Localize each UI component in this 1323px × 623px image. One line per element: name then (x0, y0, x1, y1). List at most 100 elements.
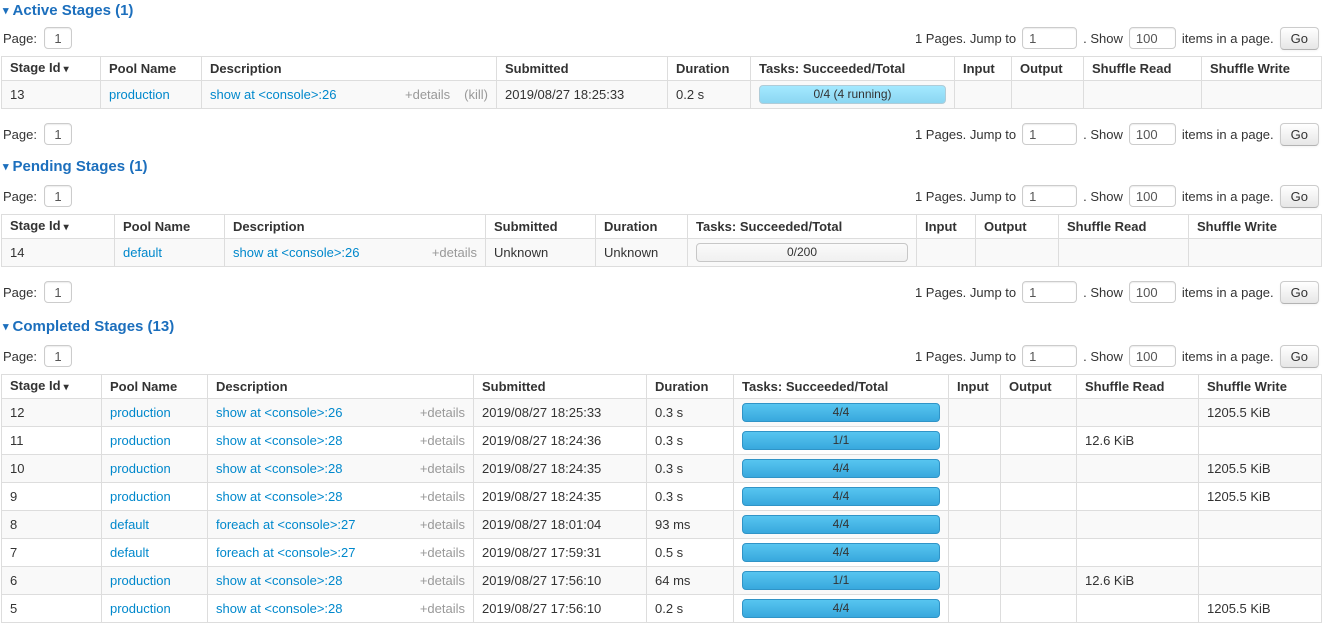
column-header-shuffle-write[interactable]: Shuffle Write (1202, 57, 1322, 81)
pool-name-link[interactable]: production (110, 573, 171, 588)
pool-name-link[interactable]: production (110, 461, 171, 476)
details-toggle[interactable]: +details (420, 546, 465, 560)
column-header-description[interactable]: Description (225, 215, 486, 239)
column-header-stage-id[interactable]: Stage Id▾ (2, 375, 102, 399)
jump-to-input[interactable] (1022, 27, 1077, 49)
column-header-pool-name[interactable]: Pool Name (102, 375, 208, 399)
show-items-input[interactable] (1129, 281, 1176, 303)
go-button[interactable]: Go (1280, 345, 1319, 368)
description-link[interactable]: show at <console>:28 (216, 490, 342, 504)
description-link[interactable]: show at <console>:26 (210, 88, 336, 102)
details-toggle[interactable]: +details (420, 406, 465, 420)
column-header-input[interactable]: Input (949, 375, 1001, 399)
submitted-cell: 2019/08/27 18:24:35 (474, 483, 647, 511)
jump-to-input[interactable] (1022, 345, 1077, 367)
page-input[interactable] (44, 185, 72, 207)
pool-name-cell: production (102, 595, 208, 623)
description-link[interactable]: show at <console>:28 (216, 574, 342, 588)
go-button[interactable]: Go (1280, 281, 1319, 304)
show-items-input[interactable] (1129, 345, 1176, 367)
description-link[interactable]: show at <console>:28 (216, 462, 342, 476)
column-header-label: Duration (655, 379, 708, 394)
column-header-input[interactable]: Input (955, 57, 1012, 81)
column-header-shuffle-read[interactable]: Shuffle Read (1084, 57, 1202, 81)
column-header-output[interactable]: Output (1001, 375, 1077, 399)
column-header-submitted[interactable]: Submitted (474, 375, 647, 399)
completed-stages-header[interactable]: ▾Completed Stages (13) (0, 316, 1323, 336)
column-header-duration[interactable]: Duration (647, 375, 734, 399)
details-toggle[interactable]: +details (405, 88, 450, 102)
pool-name-link[interactable]: production (110, 433, 171, 448)
output-cell (976, 239, 1059, 267)
column-header-duration[interactable]: Duration (668, 57, 751, 81)
column-header-description[interactable]: Description (202, 57, 497, 81)
jump-to-input[interactable] (1022, 123, 1077, 145)
pool-name-link[interactable]: production (110, 405, 171, 420)
description-link[interactable]: show at <console>:26 (233, 246, 359, 260)
column-header-input[interactable]: Input (917, 215, 976, 239)
pending-stages-header[interactable]: ▾Pending Stages (1) (0, 156, 1323, 176)
column-header-stage-id[interactable]: Stage Id▾ (2, 57, 101, 81)
description-link[interactable]: show at <console>:28 (216, 434, 342, 448)
pool-name-link[interactable]: production (109, 87, 170, 102)
page-input[interactable] (44, 345, 72, 367)
details-toggle[interactable]: +details (420, 490, 465, 504)
details-toggle[interactable]: +details (432, 246, 477, 260)
pool-name-link[interactable]: production (110, 601, 171, 616)
pool-name-link[interactable]: default (110, 545, 149, 560)
description-link[interactable]: foreach at <console>:27 (216, 546, 356, 560)
column-header-duration[interactable]: Duration (596, 215, 688, 239)
column-header-submitted[interactable]: Submitted (497, 57, 668, 81)
column-header-shuffle-read[interactable]: Shuffle Read (1059, 215, 1189, 239)
column-header-description[interactable]: Description (208, 375, 474, 399)
show-items-input[interactable] (1129, 123, 1176, 145)
column-header-shuffle-write[interactable]: Shuffle Write (1189, 215, 1322, 239)
details-toggle[interactable]: +details (420, 602, 465, 616)
page-input[interactable] (44, 27, 72, 49)
shuffle-read-cell: 12.6 KiB (1077, 427, 1199, 455)
description-link[interactable]: foreach at <console>:27 (216, 518, 356, 532)
column-header-pool-name[interactable]: Pool Name (115, 215, 225, 239)
shuffle-write-cell (1199, 427, 1322, 455)
column-header-tasks-succeeded-total[interactable]: Tasks: Succeeded/Total (688, 215, 917, 239)
active-stages-header[interactable]: ▾Active Stages (1) (0, 0, 1323, 20)
column-header-output[interactable]: Output (976, 215, 1059, 239)
show-items-input[interactable] (1129, 185, 1176, 207)
column-header-output[interactable]: Output (1012, 57, 1084, 81)
pool-name-link[interactable]: default (110, 517, 149, 532)
column-header-pool-name[interactable]: Pool Name (101, 57, 202, 81)
output-cell (1001, 595, 1077, 623)
column-header-submitted[interactable]: Submitted (486, 215, 596, 239)
column-header-stage-id[interactable]: Stage Id▾ (2, 215, 115, 239)
description-link[interactable]: show at <console>:28 (216, 602, 342, 616)
go-button[interactable]: Go (1280, 27, 1319, 50)
jump-to-input[interactable] (1022, 185, 1077, 207)
table-row: 5productionshow at <console>:28+details2… (2, 595, 1322, 623)
description-link[interactable]: show at <console>:26 (216, 406, 342, 420)
description-cell: show at <console>:28 +details (208, 567, 474, 595)
column-header-shuffle-read[interactable]: Shuffle Read (1077, 375, 1199, 399)
column-header-label: Submitted (494, 219, 558, 234)
go-button[interactable]: Go (1280, 185, 1319, 208)
go-button[interactable]: Go (1280, 123, 1319, 146)
pool-name-link[interactable]: default (123, 245, 162, 260)
column-header-tasks-succeeded-total[interactable]: Tasks: Succeeded/Total (734, 375, 949, 399)
show-label: . Show (1083, 189, 1123, 204)
page-label: Page: (3, 285, 37, 300)
page-input[interactable] (44, 123, 72, 145)
pool-name-cell: production (102, 483, 208, 511)
details-toggle[interactable]: +details (420, 574, 465, 588)
description-inner: show at <console>:28 +details (216, 574, 465, 588)
pool-name-link[interactable]: production (110, 489, 171, 504)
kill-link[interactable]: (kill) (464, 88, 488, 102)
column-header-tasks-succeeded-total[interactable]: Tasks: Succeeded/Total (751, 57, 955, 81)
show-items-input[interactable] (1129, 27, 1176, 49)
tasks-cell: 4/4 (734, 595, 949, 623)
details-toggle[interactable]: +details (420, 434, 465, 448)
details-toggle[interactable]: +details (420, 462, 465, 476)
jump-to-input[interactable] (1022, 281, 1077, 303)
page-input[interactable] (44, 281, 72, 303)
column-header-shuffle-write[interactable]: Shuffle Write (1199, 375, 1322, 399)
details-toggle[interactable]: +details (420, 518, 465, 532)
column-header-label: Stage Id (10, 378, 61, 393)
